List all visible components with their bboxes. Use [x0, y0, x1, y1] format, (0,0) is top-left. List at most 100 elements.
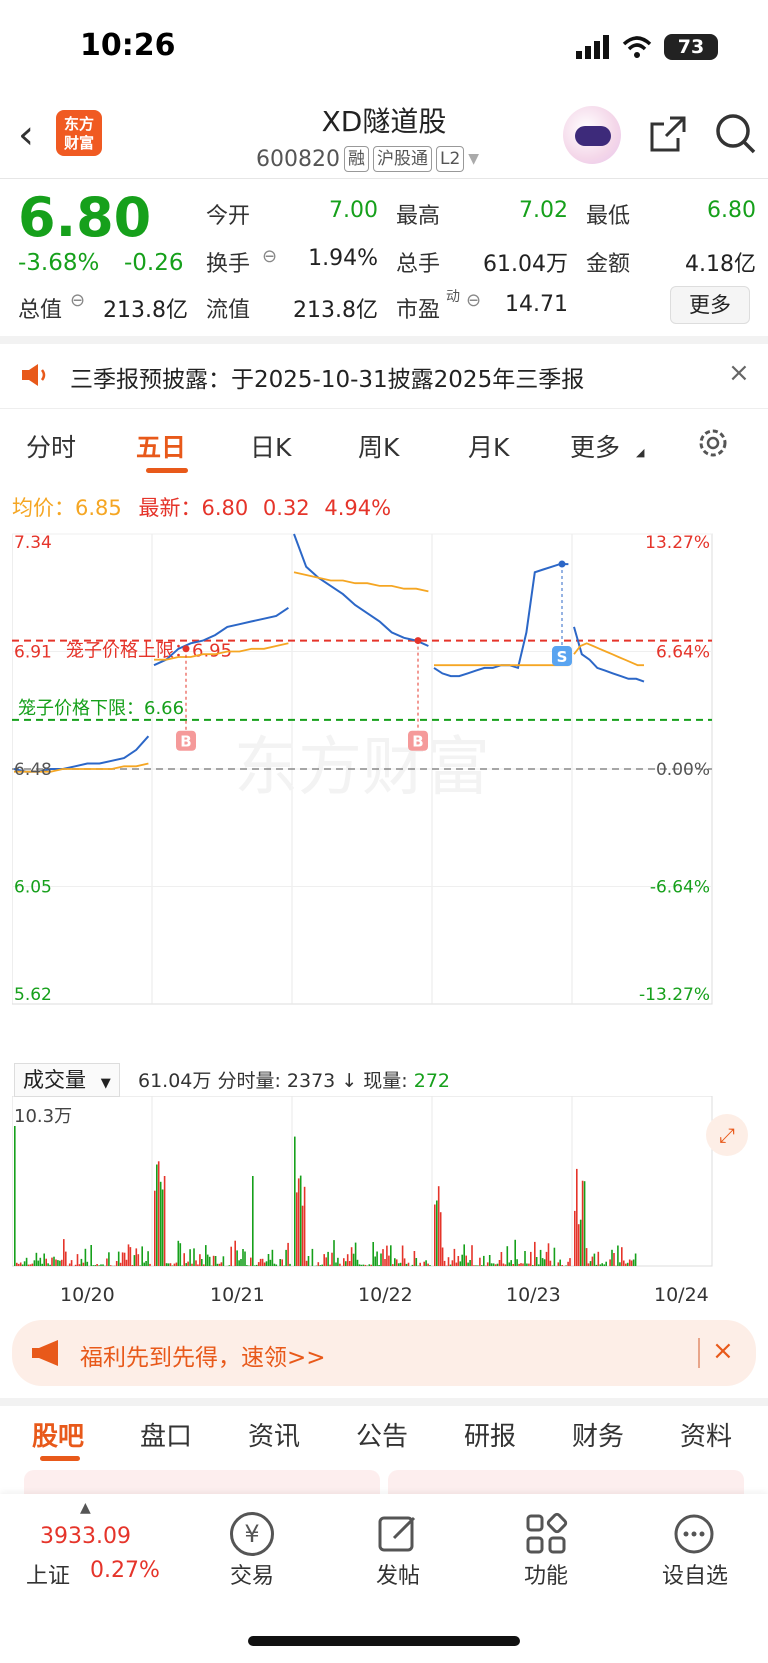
- info-icon[interactable]: ⊖: [466, 290, 481, 311]
- volume-bar: [214, 1256, 217, 1266]
- price-line: [573, 626, 645, 683]
- nav-trade[interactable]: 交易: [222, 1558, 282, 1590]
- volume-bar: [171, 1265, 174, 1266]
- volume-bar: [82, 1262, 85, 1266]
- volume-bar: [354, 1242, 357, 1266]
- volume-bar: [169, 1263, 172, 1266]
- volume-bar: [352, 1253, 355, 1266]
- tab-announcements[interactable]: 公告: [356, 1416, 408, 1453]
- tab-daily-k[interactable]: 日K: [250, 428, 291, 464]
- edit-icon[interactable]: [376, 1512, 420, 1556]
- y-axis-tick-left: 5.62: [14, 985, 52, 1005]
- volume-bar: [429, 1265, 431, 1266]
- tab-news[interactable]: 资讯: [248, 1416, 300, 1453]
- index-value[interactable]: 3933.09: [40, 1524, 131, 1549]
- volume-bar: [244, 1251, 246, 1266]
- volume-bar: [106, 1258, 108, 1266]
- info-icon[interactable]: ⊖: [70, 290, 85, 311]
- volume-bar: [557, 1262, 560, 1266]
- volume-bar: [469, 1260, 471, 1266]
- volume-bar: [43, 1253, 45, 1266]
- tab-five-day[interactable]: 五日: [136, 428, 186, 464]
- volume-bar: [350, 1247, 353, 1266]
- tab-monthly-k[interactable]: 月K: [468, 428, 509, 464]
- volume-bar: [252, 1176, 254, 1266]
- notice-text[interactable]: 三季报预披露：于2025-10-31披露2025年三季报: [70, 360, 584, 394]
- amount-label: 金额: [586, 252, 631, 277]
- current-volume-value: 272: [413, 1070, 450, 1092]
- yen-icon[interactable]: ¥: [230, 1512, 274, 1556]
- volume-bar: [45, 1258, 47, 1266]
- volume-bar: [605, 1261, 607, 1266]
- volume-bar: [53, 1256, 55, 1266]
- volume-bar: [299, 1175, 302, 1266]
- volume-chart[interactable]: [12, 1096, 756, 1278]
- open-label: 今开: [206, 204, 251, 229]
- trade-marker-dot: [182, 645, 190, 653]
- price-chart[interactable]: 东方财富 笼子价格上限：6.95 笼子价格下限：6.66 B B S 7.34 13.27% 6…: [12, 526, 756, 1060]
- volume-bar: [230, 1246, 232, 1266]
- tab-weekly-k[interactable]: 周K: [358, 428, 399, 464]
- tab-forum[interactable]: 股吧: [32, 1416, 84, 1453]
- turnover-value: 1.94%: [308, 246, 378, 271]
- indicator-selector[interactable]: 成交量 ▼: [14, 1063, 120, 1097]
- status-icons: 73: [576, 34, 718, 60]
- volume-bar: [510, 1260, 512, 1266]
- info-icon[interactable]: ⊖: [262, 246, 277, 267]
- nav-functions[interactable]: 功能: [516, 1558, 576, 1590]
- megaphone-icon: [32, 1340, 58, 1366]
- volume-bar: [129, 1247, 132, 1266]
- avg-label: 均价：: [12, 496, 75, 520]
- volume-bar: [362, 1264, 365, 1266]
- tab-intraday[interactable]: 分时: [26, 428, 76, 464]
- volume-bar: [579, 1219, 582, 1266]
- volume-bar: [439, 1212, 442, 1266]
- tab-research[interactable]: 研报: [464, 1416, 516, 1453]
- volume-bar: [78, 1264, 81, 1266]
- volume-bar: [461, 1254, 463, 1266]
- volume-bar: [374, 1256, 376, 1266]
- gear-icon[interactable]: [696, 426, 730, 460]
- volume-bar: [490, 1263, 493, 1266]
- volume-bar: [609, 1259, 611, 1266]
- volume-bar: [92, 1265, 94, 1266]
- volume-bar: [156, 1164, 158, 1266]
- volume-bar: [441, 1247, 444, 1266]
- volume-bar: [333, 1240, 335, 1266]
- stock-subline[interactable]: 600820 融 沪股通 L2 ▼: [256, 146, 479, 172]
- volume-bar: [512, 1264, 514, 1266]
- index-percent[interactable]: 0.27%: [90, 1558, 160, 1583]
- low-label: 最低: [586, 204, 631, 229]
- tick-volume-label: 分时量:: [217, 1070, 281, 1092]
- volume-bar: [147, 1251, 149, 1266]
- search-icon[interactable]: [714, 112, 758, 156]
- tab-profile[interactable]: 资料: [680, 1416, 732, 1453]
- more-quote-button[interactable]: 更多: [670, 286, 750, 324]
- more-icon[interactable]: [672, 1512, 716, 1556]
- volume-bar: [569, 1258, 571, 1266]
- volume-bar: [61, 1259, 63, 1266]
- notice-close-icon[interactable]: ×: [728, 358, 750, 388]
- y-axis-tick-right: 6.64%: [656, 643, 710, 663]
- volume-bar: [305, 1260, 308, 1266]
- tab-more[interactable]: 更多: [570, 428, 620, 464]
- share-icon[interactable]: [648, 114, 688, 154]
- nav-add-watchlist[interactable]: 设自选: [650, 1558, 740, 1590]
- volume-bar: [384, 1259, 386, 1266]
- tab-financials[interactable]: 财务: [572, 1416, 624, 1453]
- index-name[interactable]: 上证: [26, 1558, 70, 1590]
- volume-bar: [390, 1245, 392, 1266]
- volume-bar: [413, 1251, 416, 1266]
- tab-orderbook[interactable]: 盘口: [140, 1416, 192, 1453]
- volume-bar: [187, 1261, 189, 1266]
- expand-icon[interactable]: ⤢: [706, 1114, 748, 1156]
- promo-text[interactable]: 福利先到先得，速领>>: [80, 1338, 326, 1372]
- promo-close-icon[interactable]: ×: [712, 1336, 734, 1366]
- volume-bar: [37, 1260, 40, 1266]
- grid-icon[interactable]: [524, 1512, 568, 1556]
- date-label: 10/21: [210, 1284, 265, 1306]
- volume-bar: [193, 1248, 195, 1266]
- nav-post[interactable]: 发帖: [368, 1558, 428, 1590]
- volume-bar: [368, 1264, 371, 1266]
- float-cap-value: 213.8亿: [293, 298, 378, 323]
